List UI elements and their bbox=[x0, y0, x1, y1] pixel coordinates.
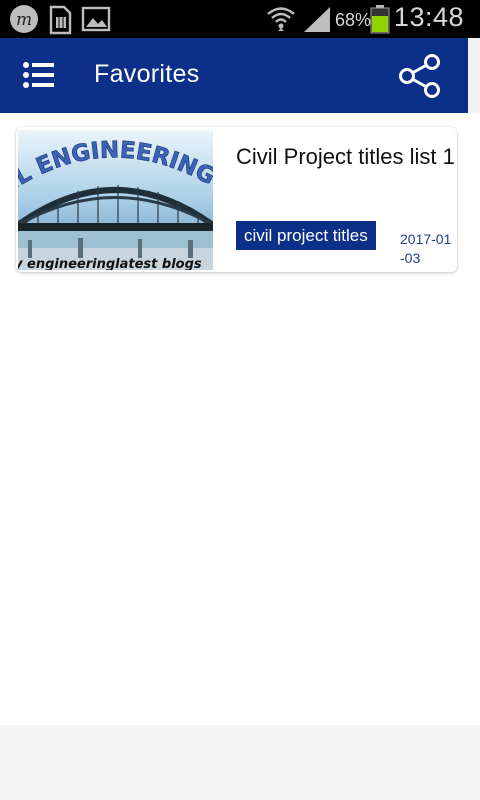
favorite-title[interactable]: Civil Project titles list 1 bbox=[236, 143, 456, 170]
svg-text:m: m bbox=[16, 10, 32, 30]
status-bar: m 68% 13:48 bbox=[0, 0, 480, 38]
wifi-icon bbox=[267, 7, 295, 31]
signal-icon bbox=[304, 7, 330, 32]
share-button[interactable] bbox=[396, 52, 444, 100]
battery-icon bbox=[370, 5, 390, 34]
menu-button[interactable] bbox=[19, 58, 59, 94]
category-tag[interactable]: civil project titles bbox=[236, 221, 376, 250]
favorites-list: IL ENGINEERING bbox=[0, 113, 480, 725]
list-menu-icon bbox=[23, 62, 54, 88]
page-title: Favorites bbox=[94, 60, 200, 88]
bottom-area bbox=[0, 725, 480, 800]
favorite-thumbnail: IL ENGINEERING bbox=[18, 130, 213, 270]
app-bar: Favorites bbox=[0, 38, 468, 113]
sim-card-icon bbox=[49, 5, 72, 35]
favorite-card[interactable]: IL ENGINEERING bbox=[16, 127, 457, 272]
battery-percent: 68% bbox=[335, 10, 372, 30]
thumbnail-caption-text: y engineeringlatest blogs bbox=[18, 257, 202, 270]
share-icon bbox=[399, 54, 440, 98]
app-bar-edge bbox=[468, 38, 480, 113]
m-app-icon: m bbox=[10, 5, 38, 33]
post-date: 2017-01-03 bbox=[400, 231, 452, 266]
image-icon bbox=[81, 6, 111, 32]
clock: 13:48 bbox=[393, 2, 464, 32]
